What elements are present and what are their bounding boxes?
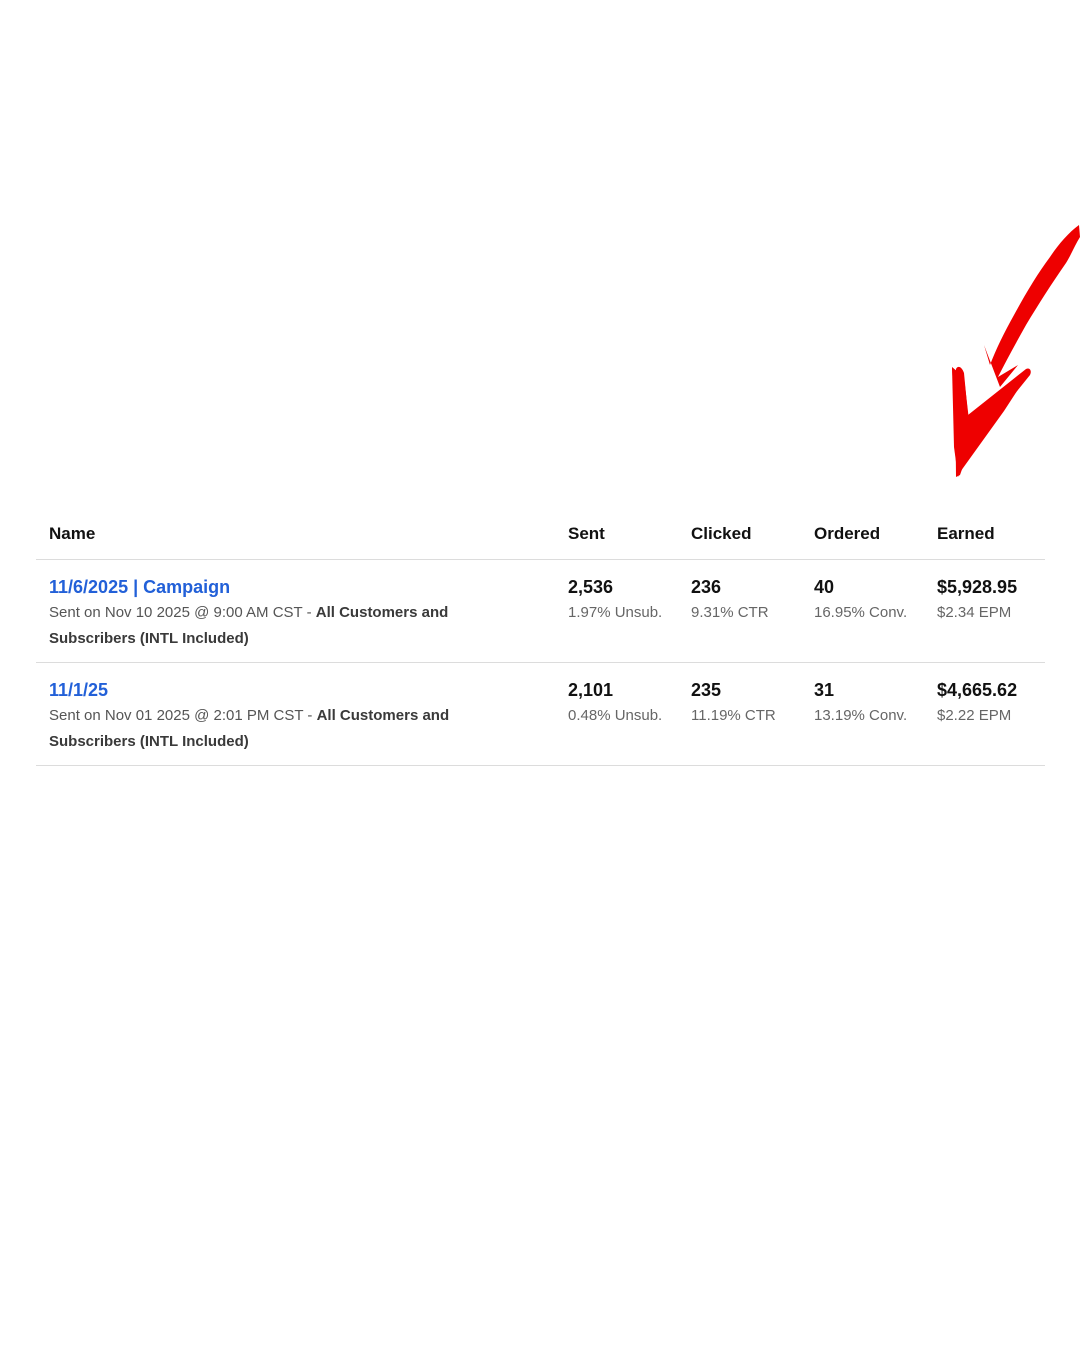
header-earned[interactable]: Earned bbox=[937, 524, 1045, 544]
header-clicked[interactable]: Clicked bbox=[691, 524, 814, 544]
campaign-link[interactable]: 11/1/25 bbox=[49, 677, 568, 703]
ctr-rate: 11.19% CTR bbox=[691, 707, 776, 724]
sent-info: Sent on Nov 01 2025 @ 2:01 PM CST - bbox=[49, 707, 317, 724]
sent-count: 2,101 bbox=[568, 680, 614, 700]
ctr-rate: 9.31% CTR bbox=[691, 604, 769, 621]
page: Name Sent Clicked Ordered Earned 11/6/20… bbox=[0, 0, 1080, 1350]
table-row: 11/1/25 Sent on Nov 01 2025 @ 2:01 PM CS… bbox=[36, 663, 1045, 766]
ordered-count: 40 bbox=[814, 577, 835, 597]
unsub-rate: 0.48% Unsub. bbox=[568, 707, 663, 724]
epm-value: $2.34 EPM bbox=[937, 604, 1012, 621]
name-cell: 11/1/25 Sent on Nov 01 2025 @ 2:01 PM CS… bbox=[36, 677, 568, 755]
conv-rate: 13.19% Conv. bbox=[814, 707, 908, 724]
sent-info: Sent on Nov 10 2025 @ 9:00 AM CST - bbox=[49, 604, 316, 621]
conv-rate: 16.95% Conv. bbox=[814, 604, 908, 621]
red-arrow-icon bbox=[952, 225, 1080, 477]
epm-value: $2.22 EPM bbox=[937, 707, 1012, 724]
sent-cell: 2,536 1.97% Unsub. bbox=[568, 574, 691, 626]
unsub-rate: 1.97% Unsub. bbox=[568, 604, 663, 621]
earned-amount: $5,928.95 bbox=[937, 577, 1018, 597]
clicked-cell: 236 9.31% CTR bbox=[691, 574, 814, 626]
ordered-cell: 31 13.19% Conv. bbox=[814, 677, 937, 729]
campaign-table: Name Sent Clicked Ordered Earned 11/6/20… bbox=[36, 508, 1045, 766]
table-row: 11/6/2025 | Campaign Sent on Nov 10 2025… bbox=[36, 560, 1045, 663]
sent-count: 2,536 bbox=[568, 577, 614, 597]
header-ordered[interactable]: Ordered bbox=[814, 524, 937, 544]
name-cell: 11/6/2025 | Campaign Sent on Nov 10 2025… bbox=[36, 574, 568, 652]
table-header-row: Name Sent Clicked Ordered Earned bbox=[36, 508, 1045, 560]
ordered-cell: 40 16.95% Conv. bbox=[814, 574, 937, 626]
campaign-description: Sent on Nov 01 2025 @ 2:01 PM CST - All … bbox=[49, 703, 479, 755]
earned-amount: $4,665.62 bbox=[937, 680, 1018, 700]
clicked-count: 235 bbox=[691, 680, 722, 700]
campaign-link[interactable]: 11/6/2025 | Campaign bbox=[49, 574, 568, 600]
clicked-count: 236 bbox=[691, 577, 722, 597]
header-name[interactable]: Name bbox=[36, 524, 568, 544]
earned-cell: $4,665.62 $2.22 EPM bbox=[937, 677, 1045, 729]
earned-cell: $5,928.95 $2.34 EPM bbox=[937, 574, 1045, 626]
ordered-count: 31 bbox=[814, 680, 835, 700]
header-sent[interactable]: Sent bbox=[568, 524, 691, 544]
clicked-cell: 235 11.19% CTR bbox=[691, 677, 814, 729]
campaign-description: Sent on Nov 10 2025 @ 9:00 AM CST - All … bbox=[49, 600, 479, 652]
sent-cell: 2,101 0.48% Unsub. bbox=[568, 677, 691, 729]
